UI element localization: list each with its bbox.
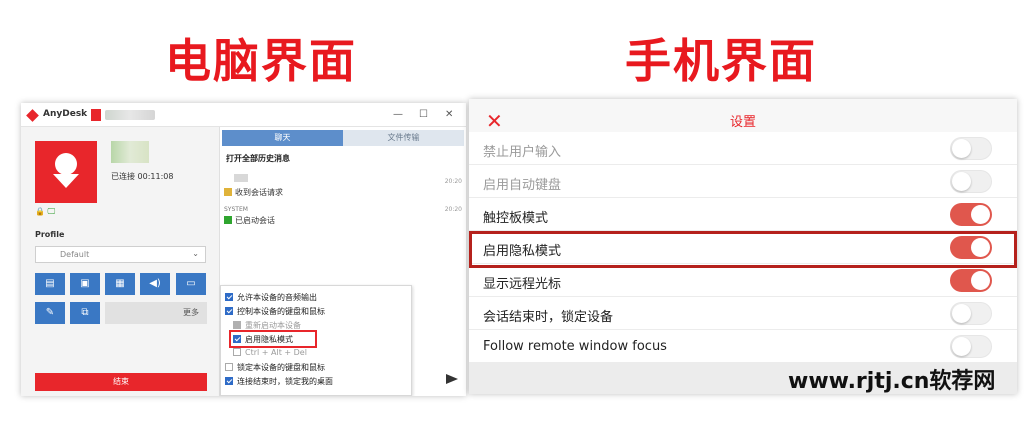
menu-item[interactable]: 允许本设备的音频输出 [225,292,317,303]
setting-label: 会话结束时，锁定设备 [483,310,614,325]
setting-row[interactable]: 触控板模式 [469,198,1017,231]
chat-icon[interactable]: ▤ [35,273,65,295]
setting-label: 启用自动键盘 [483,178,562,193]
checkbox[interactable] [225,363,233,371]
screen-icon[interactable]: ▭ [176,273,206,295]
status-icons: 🔒 🖵 [35,207,56,216]
highlight-box [469,231,1017,268]
profile-label: Profile [35,230,65,239]
profile-value: Default [60,250,90,259]
message-text: 已启动会话 [224,215,275,226]
settings-title: 设置 [729,115,756,130]
title-bar: AnyDesk — ☐ ✕ [21,103,466,127]
toggle-switch[interactable] [950,203,992,226]
session-tab-label[interactable] [105,110,155,120]
setting-label: 触控板模式 [483,211,549,226]
maximize-button[interactable]: ☐ [419,109,428,120]
app-name: AnyDesk [43,109,88,119]
toggle-switch[interactable] [950,302,992,325]
menu-item[interactable]: 连接结束时，锁定我的桌面 [225,376,333,387]
setting-row[interactable]: 禁止用户输入 [469,132,1017,165]
file-transfer-icon[interactable]: ▣ [70,273,100,295]
clipboard-icon[interactable]: ▦ [105,273,135,295]
more-button[interactable]: 更多 [105,302,207,324]
menu-item[interactable]: 控制本设备的键盘和鼠标 [225,306,325,317]
send-icon[interactable] [446,374,458,384]
session-options-menu: 允许本设备的音频输出 控制本设备的键盘和鼠标 重新启动本设备 启用隐私模式 Ct… [220,285,412,396]
session-panel: 已连接 00:11:08 🔒 🖵 Profile Default ⌄ ▤ ▣ ▦… [21,127,219,396]
setting-row[interactable]: 启用自动键盘 [469,165,1017,198]
session-icon [224,216,232,224]
tab-chat[interactable]: 聊天 [222,130,343,146]
setting-label: 禁止用户输入 [483,145,562,160]
toggle-switch[interactable] [950,335,992,358]
tab-file-transfer[interactable]: 文件传输 [343,130,464,146]
message-time: 20:20 [444,206,462,213]
close-button[interactable]: ✕ [445,109,453,120]
remote-avatar [35,141,97,203]
audio-icon[interactable]: ◀) [140,273,170,295]
checkbox[interactable] [225,307,233,315]
setting-row[interactable]: Follow remote window focus [469,330,1017,363]
checkbox[interactable] [225,377,233,385]
toggle-switch[interactable] [950,269,992,292]
setting-row[interactable]: 会话结束时，锁定设备 [469,297,1017,330]
sender-avatar [234,174,248,182]
checkbox [233,348,241,356]
checkbox[interactable] [225,293,233,301]
pen-icon[interactable]: ✎ [35,302,65,324]
end-session-button[interactable]: 结束 [35,373,207,391]
setting-label: Follow remote window focus [483,339,667,354]
desktop-window: AnyDesk — ☐ ✕ 已连接 00:11:08 🔒 🖵 Profile D… [21,103,466,396]
minimize-button[interactable]: — [393,109,403,120]
chat-panel: 聊天 文件传输 打开全部历史消息 20:20 收到会话请求 20:20 SYST… [219,127,466,396]
session-tab-icon[interactable] [91,109,101,121]
mobile-settings: ✕ 设置 禁止用户输入 启用自动键盘 触控板模式 启用隐私模式 显示远程光标 会… [469,99,1017,394]
message-text: 收到会话请求 [224,187,283,198]
toggle-switch[interactable] [950,137,992,160]
menu-item: Ctrl + Alt + Del [233,348,307,357]
toggle-switch[interactable] [950,170,992,193]
watermark: www.rjtj.cn软荐网 [788,369,996,394]
profile-select[interactable]: Default ⌄ [35,246,206,263]
menu-item[interactable]: 锁定本设备的键盘和鼠标 [225,362,325,373]
history-link[interactable]: 打开全部历史消息 [226,153,290,164]
request-icon [224,188,232,196]
chevron-down-icon: ⌄ [192,249,199,258]
display-switch-icon[interactable]: ⧉ [70,302,100,324]
connection-status: 已连接 00:11:08 [111,172,174,181]
highlight-box [229,330,317,348]
anydesk-logo-icon [26,109,39,122]
mobile-interface-title: 手机界面 [625,34,817,88]
pc-interface-title: 电脑界面 [165,34,357,88]
message-time: 20:20 [444,178,462,185]
user-avatar [111,141,149,163]
setting-row[interactable]: 显示远程光标 [469,264,1017,297]
checkbox [233,321,241,329]
setting-label: 显示远程光标 [483,277,562,292]
message-sender: SYSTEM [224,206,248,213]
